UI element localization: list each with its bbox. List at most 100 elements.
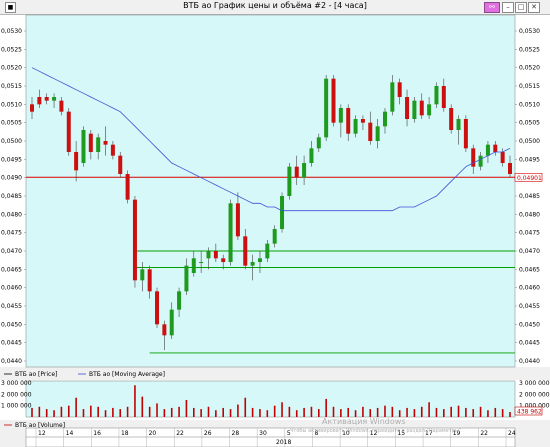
candle-body-up	[427, 104, 432, 116]
candle-body-down	[103, 141, 108, 145]
current-price-label: 0,04901	[517, 175, 542, 182]
candle-body-up	[140, 269, 145, 281]
candle-body-down	[44, 97, 49, 101]
candle-body-up	[177, 291, 182, 310]
price-tick-label-left: 0,0445	[1, 340, 22, 347]
price-tick-label-left: 0,0525	[1, 46, 22, 53]
current-volume-label: 438 962	[517, 409, 542, 416]
candle-body-down	[132, 199, 137, 281]
candle-body-down	[397, 82, 402, 97]
candle-body-up	[52, 97, 57, 101]
price-tick-label-left: 0,0450	[1, 321, 22, 328]
price-tick-label-left: 0,0510	[1, 101, 22, 108]
price-tick-label-right: 0,0515	[519, 83, 540, 90]
price-tick-label-left: 0,0530	[1, 28, 22, 35]
x-tick-label: 12	[38, 430, 46, 437]
candle-body-up	[309, 148, 314, 163]
current-price-marker: 0,04901	[514, 173, 543, 182]
volume-tick-label-left: 1 000 000	[1, 403, 32, 410]
x-tick-label: 22	[176, 430, 184, 437]
price-tick-label-right: 0,0480	[519, 211, 540, 218]
candle-body-down	[110, 144, 115, 156]
price-tick-label-left: 0,0470	[1, 248, 22, 255]
price-tick-label-left: 0,0505	[1, 120, 22, 127]
price-tick-label-left: 0,0480	[1, 211, 22, 218]
volume-plot-area[interactable]	[25, 380, 516, 418]
candle-body-up	[169, 309, 174, 336]
candle-body-down	[346, 108, 351, 134]
watermark-title: Активация Windows	[322, 417, 406, 426]
candle-body-down	[368, 122, 373, 141]
price-tick-label-right: 0,0440	[519, 358, 540, 365]
candle-body-up	[375, 126, 380, 141]
volume-legend-strip	[0, 420, 550, 428]
candle-body-up	[316, 137, 321, 149]
chart-window: ■ ВТБ ао График цены и объёма #2 - [4 ча…	[0, 0, 550, 447]
candle-body-down	[360, 119, 365, 123]
price-tick-label-right: 0,0450	[519, 321, 540, 328]
candle-body-up	[184, 265, 189, 292]
candle-body-up	[353, 119, 358, 134]
chart-canvas[interactable]: 0,0530 0,0525 0,0520 0,0515 0,0510 0,0505 0,05…	[0, 0, 550, 447]
candle-body-down	[213, 251, 218, 259]
candle-body-down	[441, 86, 446, 108]
watermark-subtitle: Чтобы активировать Windows, перейдите в …	[290, 427, 463, 434]
candle-body-down	[88, 133, 93, 152]
candle-body-down	[331, 78, 336, 123]
ma-legend-label: ВТБ ао [Moving Average]	[89, 371, 165, 378]
x-tick-label: 14	[66, 430, 74, 437]
price-tick-label-left: 0,0520	[1, 65, 22, 72]
candle-body-down	[59, 100, 64, 112]
candle-body-down	[235, 203, 240, 237]
price-tick-label-right: 0,0455	[519, 303, 540, 310]
candle-body-down	[66, 111, 71, 152]
price-tick-label-right: 0,0475	[519, 230, 540, 237]
price-tick-label-right: 0,0460	[519, 285, 540, 292]
candle-body-up	[478, 155, 483, 167]
candle-body-up	[382, 111, 387, 127]
candle-body-down	[125, 174, 130, 200]
price-tick-label-left: 0,0485	[1, 193, 22, 200]
candle-body-up	[434, 86, 439, 105]
price-tick-label-left: 0,0490	[1, 175, 22, 182]
price-tick-label-right: 0,0520	[519, 65, 540, 72]
candle-body-down	[221, 258, 226, 262]
candle-body-down	[243, 236, 248, 266]
candle-body-up	[280, 196, 285, 229]
volume-tick-label-right: 2 000 000	[519, 391, 550, 398]
candle-body-down	[118, 155, 123, 174]
price-tick-label-left: 0,0465	[1, 266, 22, 273]
price-tick-label-left: 0,0515	[1, 83, 22, 90]
price-tick-label-right: 0,0505	[519, 120, 540, 127]
price-tick-label-left: 0,0495	[1, 156, 22, 163]
x-tick-label: 18	[121, 430, 129, 437]
x-tick-label: 30	[259, 430, 267, 437]
price-tick-label-right: 0,0500	[519, 138, 540, 145]
candle-body-down	[162, 324, 167, 336]
candle-body-up	[206, 251, 211, 259]
price-tick-label-right: 0,0510	[519, 101, 540, 108]
price-tick-label-left: 0,0460	[1, 285, 22, 292]
candle-body-down	[405, 97, 410, 119]
candle-body-up	[191, 258, 196, 273]
price-tick-label-right: 0,0485	[519, 193, 540, 200]
candle-body-down	[508, 163, 512, 174]
x-axis-year-label: 2018	[276, 439, 291, 446]
candle-body-up	[96, 137, 101, 152]
candle-body-up	[390, 82, 395, 112]
candle-body-up	[485, 144, 490, 156]
candle-body-up	[257, 258, 262, 262]
candle-body-up	[338, 108, 343, 123]
x-tick-label: 26	[204, 430, 212, 437]
x-tick-label: 20	[149, 430, 157, 437]
price-tick-label-right: 0,0495	[519, 156, 540, 163]
candle-body-up	[250, 262, 255, 266]
candle-body-down	[147, 269, 152, 292]
price-tick-label-left: 0,0440	[1, 358, 22, 365]
candle-body-up	[81, 130, 86, 163]
candle-body-up	[272, 229, 277, 244]
candle-body-down	[493, 144, 498, 152]
price-tick-label-right: 0,0445	[519, 340, 540, 347]
volume-tick-label-left: 3 000 000	[1, 380, 32, 387]
candle-body-up	[265, 243, 270, 259]
